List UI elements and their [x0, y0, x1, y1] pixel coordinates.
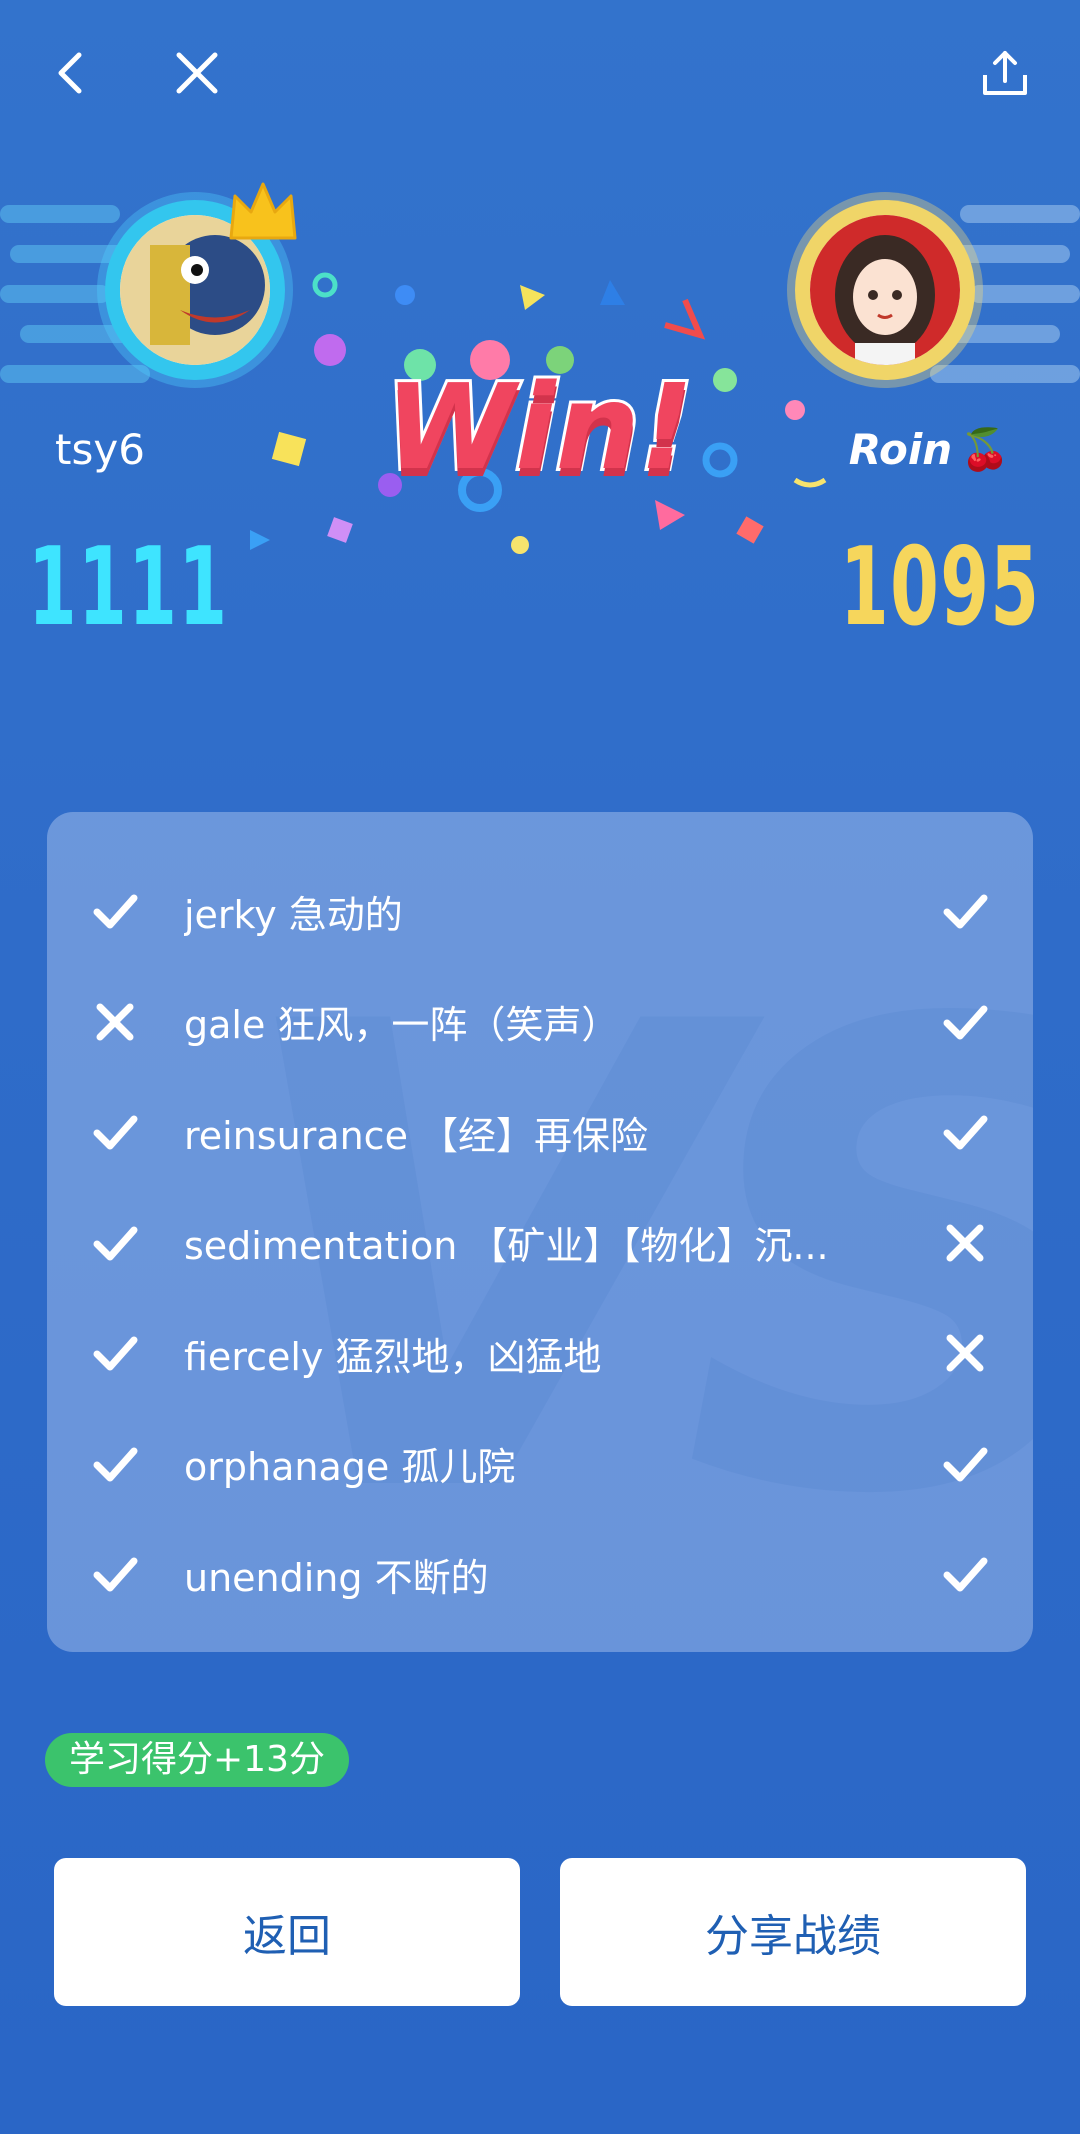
left-player-name: tsy6	[55, 425, 145, 474]
word-row[interactable]: reinsurance 【经】再保险	[47, 1077, 1033, 1187]
right-player-avatar[interactable]	[810, 215, 960, 365]
left-check-icon	[87, 1325, 143, 1381]
share-results-button[interactable]: 分享战绩	[560, 1858, 1026, 2006]
right-cross-icon	[937, 1325, 993, 1381]
right-check-icon	[937, 883, 993, 939]
return-button[interactable]: 返回	[54, 1858, 520, 2006]
right-cross-icon	[937, 1215, 993, 1271]
right-check-icon	[937, 1546, 993, 1602]
left-check-icon	[87, 1104, 143, 1160]
right-player-name: Roin 🍒	[849, 425, 1010, 474]
left-check-icon	[87, 883, 143, 939]
left-check-icon	[87, 1546, 143, 1602]
word-text: reinsurance 【经】再保险	[184, 1113, 649, 1158]
word-row[interactable]: gale 狂风，一阵（笑声）	[47, 967, 1033, 1077]
cherry-emoji: 🍒	[960, 427, 1010, 473]
close-icon	[176, 52, 218, 94]
study-score-badge: 学习得分+13分	[45, 1733, 349, 1787]
close-button[interactable]	[152, 28, 242, 118]
crown-icon	[229, 182, 297, 240]
word-text: gale 狂风，一阵（笑声）	[184, 1003, 620, 1047]
word-row[interactable]: jerky 急动的	[47, 856, 1033, 966]
word-text: fiercely 猛烈地，凶猛地	[184, 1334, 602, 1379]
word-row[interactable]: orphanage 孤儿院	[47, 1409, 1033, 1519]
word-row[interactable]: unending 不断的	[47, 1519, 1033, 1629]
left-cross-icon	[87, 994, 143, 1050]
right-player-name-text: Roin	[848, 425, 953, 474]
word-row[interactable]: sedimentation 【矿业】【物化】沉...	[47, 1188, 1033, 1298]
right-check-icon	[937, 1436, 993, 1492]
word-text: jerky 急动的	[184, 892, 403, 937]
left-check-icon	[87, 1436, 143, 1492]
word-text: unending 不断的	[184, 1555, 489, 1600]
word-text: orphanage 孤儿院	[184, 1445, 516, 1489]
chevron-left-icon	[58, 52, 82, 94]
word-results-card: VS jerky 急动的 gale 狂风，一阵（笑声） reinsurance 【经…	[47, 812, 1033, 1652]
girl-avatar-icon	[810, 215, 960, 365]
win-title: Win!	[382, 355, 696, 499]
left-check-icon	[87, 1215, 143, 1271]
share-icon	[983, 51, 1027, 95]
right-check-icon	[937, 1104, 993, 1160]
left-player-score: 1111	[28, 525, 229, 650]
right-check-icon	[937, 994, 993, 1050]
share-top-button[interactable]	[960, 28, 1050, 118]
back-button[interactable]	[28, 28, 118, 118]
word-row[interactable]: fiercely 猛烈地，凶猛地	[47, 1298, 1033, 1408]
word-text: sedimentation 【矿业】【物化】沉...	[184, 1224, 829, 1268]
right-player-score: 1095	[839, 525, 1040, 650]
